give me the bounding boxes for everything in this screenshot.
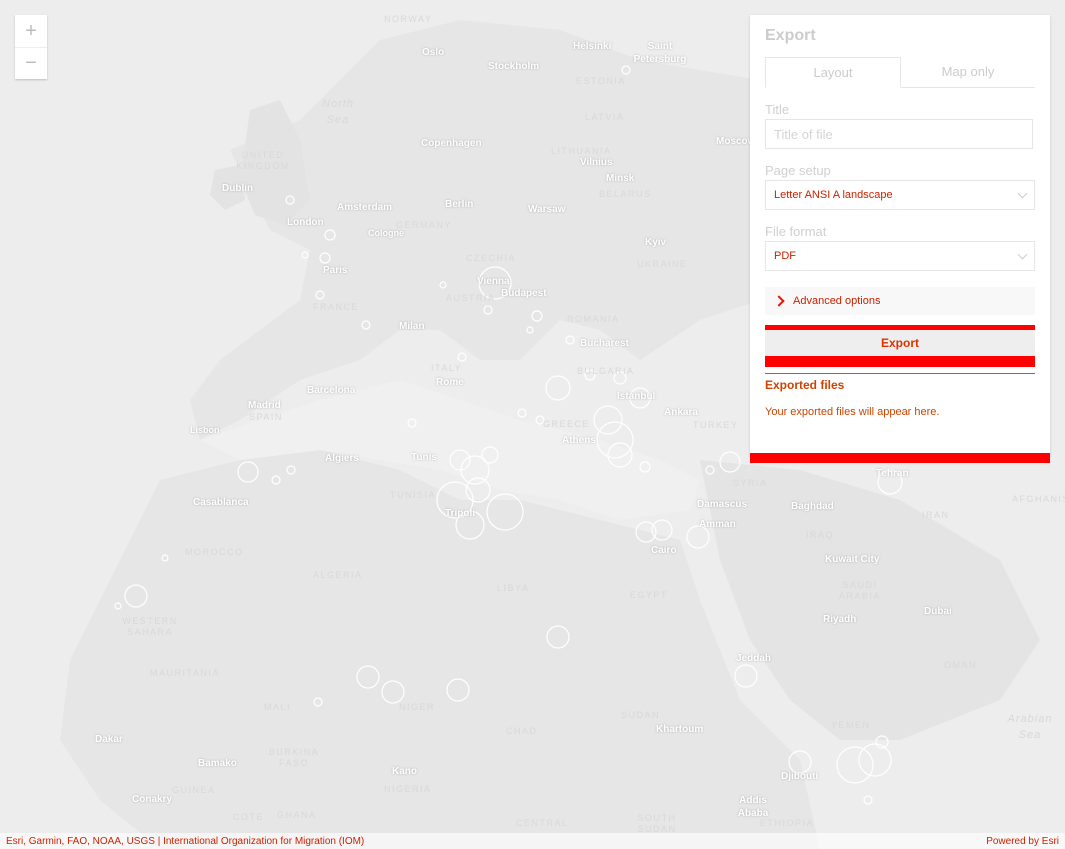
exported-files-empty-message: Your exported files will appear here. bbox=[765, 406, 940, 418]
export-button-label: Export bbox=[765, 330, 1035, 356]
export-panel-title: Export bbox=[765, 27, 816, 44]
tab-map-only[interactable]: Map only bbox=[901, 57, 1035, 87]
attribution-text[interactable]: Esri, Garmin, FAO, NOAA, USGS | Internat… bbox=[6, 836, 364, 847]
advanced-options-toggle[interactable]: Advanced options bbox=[765, 287, 1035, 315]
chevron-down-icon bbox=[1017, 188, 1028, 198]
map-view[interactable]: Oslo Stockholm Helsinki Saint Petersburg… bbox=[0, 0, 1065, 849]
minus-icon: − bbox=[25, 52, 37, 74]
tab-layout[interactable]: Layout bbox=[765, 57, 901, 88]
file-format-label: File format bbox=[765, 224, 827, 239]
powered-by-esri[interactable]: Powered by Esri bbox=[986, 836, 1059, 847]
title-label: Title bbox=[765, 102, 790, 117]
page-setup-label: Page setup bbox=[765, 163, 831, 178]
file-format-value: PDF bbox=[774, 250, 796, 262]
export-button[interactable]: Export bbox=[765, 325, 1035, 367]
plus-icon: + bbox=[25, 19, 37, 42]
zoom-in-button[interactable]: + bbox=[15, 15, 47, 47]
advanced-options-label: Advanced options bbox=[793, 295, 881, 307]
page-setup-select[interactable]: Letter ANSI A landscape bbox=[765, 180, 1035, 210]
chevron-right-icon bbox=[773, 295, 785, 307]
panel-bottom-bar bbox=[750, 453, 1050, 463]
page-setup-value: Letter ANSI A landscape bbox=[774, 189, 893, 201]
attribution-bar: Esri, Garmin, FAO, NOAA, USGS | Internat… bbox=[0, 833, 1065, 849]
file-format-select[interactable]: PDF bbox=[765, 241, 1035, 271]
divider bbox=[765, 373, 1035, 374]
zoom-out-button[interactable]: − bbox=[15, 47, 47, 79]
exported-files-title: Exported files bbox=[765, 378, 845, 392]
export-tabs: Layout Map only bbox=[765, 57, 1035, 88]
chevron-down-icon bbox=[1017, 249, 1028, 259]
zoom-control: + − bbox=[15, 15, 47, 79]
title-input[interactable] bbox=[765, 119, 1033, 149]
export-panel: Export Layout Map only Title Page setup … bbox=[750, 15, 1050, 463]
